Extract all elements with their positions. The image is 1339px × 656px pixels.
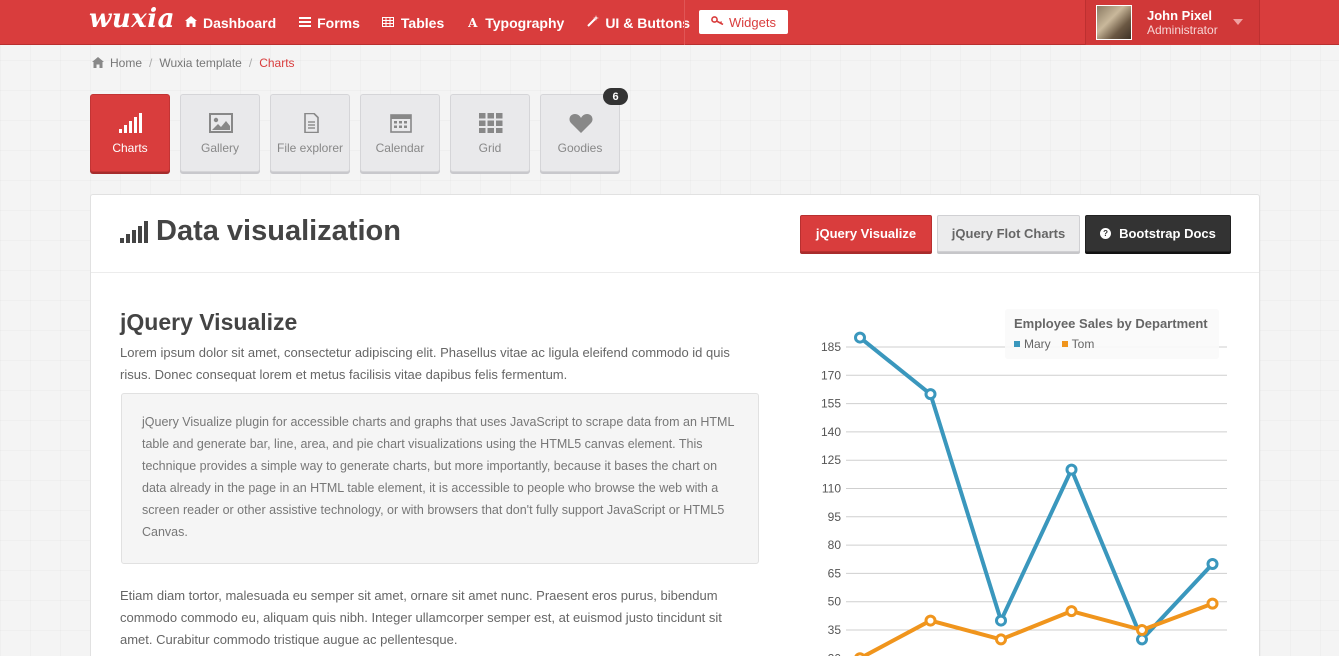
nav-item-forms[interactable]: Forms (287, 0, 371, 45)
breadcrumb: Home / Wuxia template / Charts (92, 56, 295, 70)
home-icon (184, 15, 197, 30)
tile-label: Goodies (557, 141, 603, 155)
chart-legend: Employee Sales by Department Mary Tom (1005, 309, 1219, 359)
data-point-mary[interactable] (1136, 633, 1148, 646)
brand-logo[interactable]: wuxia (89, 4, 175, 34)
breadcrumb-separator: / (149, 56, 153, 70)
user-name: John Pixel (1147, 8, 1213, 23)
y-tick-label: 110 (822, 482, 841, 496)
y-tick-label: 80 (828, 538, 842, 552)
page-title-text: Data visualization (156, 215, 401, 247)
chevron-down-icon[interactable] (1233, 19, 1243, 25)
widgets-button[interactable]: Widgets (699, 10, 788, 34)
data-point-mary[interactable] (1065, 463, 1078, 476)
nav-label: UI & Buttons (605, 14, 691, 31)
legend-label-tom: Tom (1071, 337, 1095, 351)
jquery-visualize-button[interactable]: jQuery Visualize (800, 215, 932, 252)
y-tick-label: 95 (828, 510, 842, 524)
tile-goodies[interactable]: Goodies (540, 94, 620, 172)
grid-icon (479, 113, 503, 133)
top-navbar: wuxia Dashboard Forms Tables A Typography… (0, 0, 1339, 45)
tile-label: Charts (112, 141, 148, 155)
nav-label: Forms (317, 14, 360, 31)
y-tick-label: 125 (821, 453, 841, 467)
nav-item-typography[interactable]: A Typography (455, 0, 575, 45)
picture-icon (209, 113, 233, 133)
list-icon (298, 16, 311, 30)
nav-item-dashboard[interactable]: Dashboard (173, 0, 287, 45)
chart-series (854, 331, 1219, 656)
data-point-mary[interactable] (995, 614, 1007, 627)
calendar-icon (390, 114, 412, 133)
y-tick-label: 140 (821, 425, 841, 439)
magic-icon (586, 15, 599, 30)
y-tick-label: 50 (828, 595, 842, 609)
breadcrumb-current: Charts (259, 56, 295, 70)
legend-label-mary: Mary (1024, 337, 1051, 351)
chart-title: Employee Sales by Department (1014, 316, 1208, 331)
data-point-tom[interactable] (1136, 624, 1148, 636)
legend-items: Mary Tom (1014, 337, 1094, 351)
signal-icon (120, 220, 148, 243)
info-well: jQuery Visualize plugin for accessible c… (121, 393, 759, 564)
data-point-tom[interactable] (924, 614, 937, 627)
breadcrumb-template[interactable]: Wuxia template (159, 56, 241, 70)
data-point-tom[interactable] (1206, 597, 1219, 610)
nav-item-ui-buttons[interactable]: UI & Buttons (575, 0, 701, 45)
tile-gallery[interactable]: Gallery (180, 94, 260, 172)
data-point-mary[interactable] (854, 331, 866, 344)
main-nav: Dashboard Forms Tables A Typography UI & … (173, 0, 701, 45)
key-icon (711, 16, 724, 28)
legend-swatch-tom (1061, 341, 1068, 347)
jquery-flot-button[interactable]: jQuery Flot Charts (937, 215, 1080, 252)
y-tick-label: 170 (821, 368, 841, 382)
nav-label: Tables (400, 14, 445, 31)
bootstrap-docs-button[interactable]: ? Bootstrap Docs (1085, 215, 1231, 252)
tile-label: Gallery (200, 141, 239, 155)
nav-item-tables[interactable]: Tables (371, 0, 455, 45)
user-menu[interactable]: John Pixel Administrator (1085, 0, 1260, 45)
nav-label: Dashboard (203, 14, 277, 31)
widgets-label: Widgets (729, 14, 776, 30)
data-point-tom[interactable] (995, 633, 1007, 646)
nav-divider (684, 0, 685, 45)
avatar (1096, 5, 1132, 40)
tile-label: Grid (478, 141, 502, 155)
tile-charts[interactable]: Charts (90, 94, 170, 172)
tile-file-explorer[interactable]: File explorer (270, 94, 350, 172)
y-tick-label: 20 (828, 651, 842, 656)
data-point-tom[interactable] (1065, 605, 1078, 618)
tile-label: File explorer (276, 141, 344, 155)
font-icon: A (468, 15, 478, 30)
panel-header: Data visualization jQuery Visualize jQue… (91, 195, 1259, 273)
tile-grid[interactable]: Grid (450, 94, 530, 172)
page-title: Data visualization (120, 215, 401, 248)
intro-paragraph: Lorem ipsum dolor sit amet, consectetur … (120, 345, 730, 382)
nav-label: Typography (485, 14, 565, 31)
user-role: Administrator (1147, 23, 1218, 37)
section-title: jQuery Visualize (120, 309, 298, 335)
y-axis-ticks: 185 170 155 140 125 110 95 80 65 50 35 20 (821, 340, 841, 656)
heart-icon (569, 114, 593, 133)
main-panel: Data visualization jQuery Visualize jQue… (90, 194, 1260, 656)
bootstrap-docs-label: Bootstrap Docs (1119, 226, 1216, 241)
data-point-mary[interactable] (924, 388, 937, 401)
table-icon (382, 16, 395, 30)
y-tick-label: 185 (821, 340, 841, 354)
file-icon (304, 113, 319, 133)
y-tick-label: 35 (828, 623, 842, 637)
y-tick-label: 65 (828, 566, 842, 580)
question-icon: ? (1100, 228, 1112, 239)
body-paragraph: Etiam diam tortor, malesuada eu semper s… (120, 588, 722, 647)
tile-calendar[interactable]: Calendar (360, 94, 440, 172)
goodies-count-badge: 6 (603, 88, 628, 105)
home-icon (92, 57, 104, 69)
y-tick-label: 155 (821, 397, 841, 411)
data-point-mary[interactable] (1206, 557, 1219, 570)
tile-label: Calendar (375, 141, 425, 155)
signal-icon (119, 113, 142, 133)
breadcrumb-separator: / (248, 56, 253, 70)
breadcrumb-home[interactable]: Home (110, 56, 142, 70)
legend-swatch-mary (1014, 341, 1020, 347)
